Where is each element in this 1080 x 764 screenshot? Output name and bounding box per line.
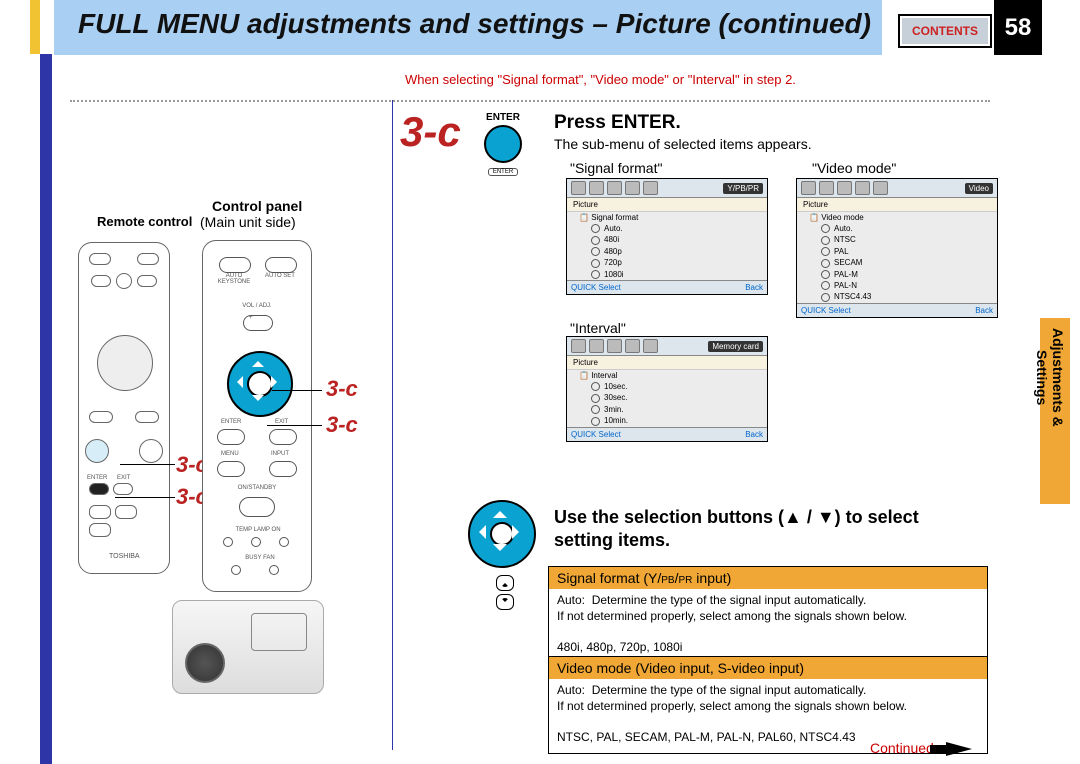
enter-button-diagram: ENTER ENTER — [468, 112, 538, 176]
interval-menu: Memory card Picture 📋 Interval 10sec. 30… — [566, 336, 768, 442]
control-panel-illustration: AUTO KEYSTONE AUTO SET VOL / ADJ. + ENTE… — [202, 240, 312, 592]
video-mode-label: "Video mode" — [812, 160, 896, 176]
control-panel-label: Control panel — [212, 198, 302, 214]
projector-lens-icon — [185, 643, 225, 683]
remote-dpad-icon — [97, 335, 153, 391]
projector-illustration — [172, 600, 324, 694]
page-title: FULL MENU adjustments and settings – Pic… — [78, 8, 871, 40]
up-down-buttons-icon — [496, 572, 514, 613]
leader-line — [120, 464, 175, 465]
signal-format-menu: Y/PB/PR Picture 📋 Signal format Auto. 48… — [566, 178, 768, 295]
selection-heading: Use the selection buttons (▲ / ▼) to sel… — [554, 506, 974, 551]
yellow-side-strip — [30, 0, 40, 54]
leader-line — [267, 425, 322, 426]
press-enter-desc: The sub-menu of selected items appears. — [554, 136, 812, 152]
page-number: 58 — [994, 0, 1042, 55]
callout-3c-panel-1: 3-c — [326, 376, 358, 402]
contents-button[interactable]: CONTENTS — [900, 16, 990, 46]
signal-format-label: "Signal format" — [570, 160, 662, 176]
video-mode-menu: Video Picture 📋 Video mode Auto. NTSC PA… — [796, 178, 998, 318]
press-enter-heading: Press ENTER. — [554, 112, 681, 134]
section-tab-label: Adjustments & Settings — [1042, 328, 1066, 427]
remote-control-label: Remote control — [97, 214, 192, 229]
control-dpad-icon — [227, 351, 289, 413]
continued-label: Continued — [870, 740, 934, 756]
enter-circle-icon — [484, 125, 522, 163]
signal-format-info-title: Signal format (Y/PB/PR input) — [549, 567, 987, 589]
enter-label-bottom: ENTER — [488, 168, 518, 176]
step-3c-badge: 3-c — [400, 108, 461, 156]
enter-label-top: ENTER — [468, 112, 538, 123]
video-mode-info-title: Video mode (Video input, S-video input) — [549, 657, 987, 679]
column-divider — [392, 100, 393, 750]
dotted-divider — [70, 100, 990, 102]
blue-side-strip — [40, 0, 52, 764]
step2-note: When selecting "Signal format", "Video m… — [405, 72, 796, 87]
callout-3c-panel-2: 3-c — [326, 412, 358, 438]
remote-control-illustration: ENTER EXIT TOSHIBA — [78, 242, 170, 574]
continued-arrow-icon — [946, 742, 972, 756]
main-unit-label: (Main unit side) — [200, 214, 296, 230]
signal-format-info: Signal format (Y/PB/PR input) Auto: Dete… — [548, 566, 988, 664]
contents-button-label: CONTENTS — [912, 24, 978, 38]
interval-label: "Interval" — [570, 320, 626, 336]
selection-dpad-icon — [468, 500, 532, 564]
leader-line — [115, 497, 175, 498]
leader-line — [272, 390, 322, 391]
